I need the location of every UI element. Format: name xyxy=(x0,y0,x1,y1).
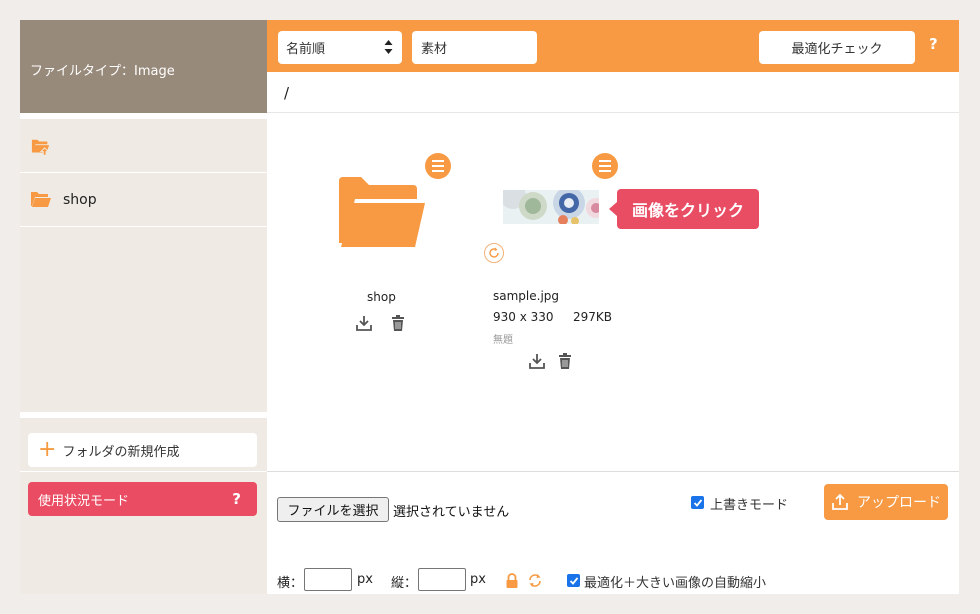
image-dimensions: 930 x 330 xyxy=(493,310,554,324)
upload-icon xyxy=(832,493,848,510)
px-unit: px xyxy=(470,572,486,587)
sidebar: ファイルタイプ：Image shop + フォルダの新規作成 使用状況モード ? xyxy=(20,20,267,594)
optimize-check-label: 最適化チェック xyxy=(791,42,883,57)
px-unit: px xyxy=(357,572,373,587)
menu-icon[interactable] xyxy=(425,153,451,179)
height-input[interactable] xyxy=(418,568,466,591)
breadcrumb: / xyxy=(267,72,959,113)
select-arrows-icon xyxy=(384,40,393,54)
sidebar-item-parent-folder[interactable] xyxy=(20,119,267,173)
file-name[interactable]: sample.jpg xyxy=(493,289,559,303)
path-label: / xyxy=(284,84,290,102)
refresh-icon[interactable] xyxy=(484,243,504,263)
file-type-header: ファイルタイプ：Image xyxy=(20,20,267,113)
new-folder-button[interactable]: + フォルダの新規作成 xyxy=(28,433,257,467)
auto-resize-label: 最適化＋大きい画像の自動縮小 xyxy=(584,576,767,591)
lock-icon[interactable] xyxy=(505,573,519,588)
overwrite-label: 上書きモード xyxy=(710,498,789,513)
folder-open-icon xyxy=(31,190,51,210)
trash-icon[interactable] xyxy=(556,352,574,370)
sidebar-divider xyxy=(20,412,267,418)
image-title: 無題 xyxy=(493,335,513,346)
file-name[interactable]: shop xyxy=(367,290,396,304)
sort-select[interactable]: 名前順 xyxy=(278,31,402,64)
help-icon[interactable]: ? xyxy=(929,35,938,53)
new-folder-label: フォルダの新規作成 xyxy=(62,444,180,460)
height-label: 縦： xyxy=(391,576,418,591)
optimize-check-button[interactable]: 最適化チェック xyxy=(759,31,915,64)
file-manager-window: ファイルタイプ：Image shop + フォルダの新規作成 使用状況モード ?… xyxy=(20,20,959,594)
help-icon[interactable]: ? xyxy=(232,490,241,508)
image-thumbnail[interactable] xyxy=(503,190,599,224)
auto-resize-checkbox[interactable] xyxy=(567,574,580,587)
plus-icon: + xyxy=(38,437,57,462)
trash-icon[interactable] xyxy=(389,314,407,332)
sidebar-divider xyxy=(20,471,267,472)
sort-select-value: 名前順 xyxy=(286,42,326,57)
folder-icon[interactable] xyxy=(339,173,425,249)
usage-mode-label: 使用状況モード xyxy=(38,493,130,509)
sidebar-item-shop[interactable]: shop xyxy=(20,173,267,227)
file-type-label: ファイルタイプ：Image xyxy=(30,64,175,79)
download-icon[interactable] xyxy=(528,352,546,370)
choose-file-button[interactable]: ファイルを選択 xyxy=(277,497,389,522)
choose-file-label: ファイルを選択 xyxy=(287,504,379,519)
file-size: 297KB xyxy=(573,310,613,324)
upload-label: アップロード xyxy=(857,495,941,511)
toolbar: 名前順 最適化チェック ? xyxy=(267,20,959,72)
usage-mode-button[interactable]: 使用状況モード ? xyxy=(28,482,257,516)
upload-panel: ファイルを選択 選択されていません 上書きモード アップロード 横： px 縦：… xyxy=(267,471,959,594)
width-input[interactable] xyxy=(304,568,352,591)
file-grid: shop 画像をクリック sample.jpg 930 x 330 297KB … xyxy=(267,113,959,471)
width-label: 横： xyxy=(277,576,304,591)
sync-icon[interactable] xyxy=(528,573,542,588)
no-file-text: 選択されていません xyxy=(393,505,510,520)
menu-icon[interactable] xyxy=(592,153,618,179)
sidebar-item-label: shop xyxy=(63,191,97,208)
folder-up-icon xyxy=(31,136,51,156)
overwrite-checkbox[interactable] xyxy=(691,496,704,509)
keyword-input[interactable] xyxy=(412,31,537,64)
tooltip-text: 画像をクリック xyxy=(631,201,744,220)
download-icon[interactable] xyxy=(355,314,373,332)
upload-button[interactable]: アップロード xyxy=(824,484,948,520)
tooltip: 画像をクリック xyxy=(609,189,759,229)
